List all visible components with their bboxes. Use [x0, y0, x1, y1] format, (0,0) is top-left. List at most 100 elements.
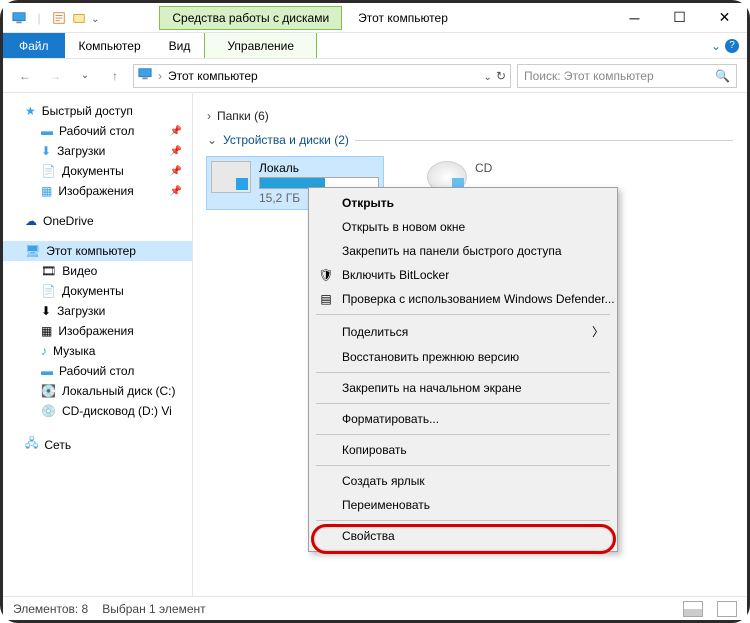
- cd-icon: 💿: [41, 404, 56, 418]
- menu-item[interactable]: 🛡Включить BitLocker: [312, 263, 614, 287]
- sidebar-item-label: Изображения: [58, 184, 133, 198]
- this-pc-icon: [11, 10, 27, 26]
- new-folder-qat-icon[interactable]: [71, 10, 87, 26]
- file-tab[interactable]: Файл: [3, 33, 65, 58]
- pin-icon: 📌: [170, 186, 182, 197]
- status-bar: Элементов: 8 Выбран 1 элемент: [3, 596, 747, 620]
- tab-computer[interactable]: Компьютер: [65, 33, 155, 58]
- address-bar[interactable]: › Этот компьютер ↻: [133, 64, 511, 88]
- sidebar-item-label: Видео: [62, 264, 97, 278]
- window-title: Этот компьютер: [358, 11, 448, 25]
- tab-view[interactable]: Вид: [155, 33, 205, 58]
- back-button[interactable]: ←: [13, 64, 37, 88]
- sidebar-item-cd-drive[interactable]: 💿 CD-дисковод (D:) Vi: [3, 401, 192, 421]
- maximize-button[interactable]: ☐: [657, 3, 702, 33]
- minimize-button[interactable]: ─: [612, 3, 657, 33]
- menu-item-label: Восстановить прежнюю версию: [342, 350, 519, 364]
- desktop-icon: ▬: [41, 124, 53, 138]
- menu-item-label: Переименовать: [342, 498, 430, 512]
- sidebar-item-label: Загрузки: [57, 144, 105, 158]
- menu-item-label: Свойства: [342, 529, 395, 543]
- sidebar-item-downloads[interactable]: ⬇Загрузки: [3, 301, 192, 321]
- search-box[interactable]: Поиск: Этот компьютер 🔍: [517, 64, 737, 88]
- onedrive-icon: ☁: [25, 214, 37, 228]
- sidebar-item-label: CD-дисковод (D:) Vi: [62, 404, 172, 418]
- sidebar-item-pictures[interactable]: ▦ Изображения: [3, 321, 192, 341]
- details-view-button[interactable]: [683, 601, 703, 617]
- refresh-button[interactable]: ↻: [496, 69, 506, 83]
- disk-icon: [211, 161, 251, 193]
- menu-item[interactable]: Копировать: [312, 438, 614, 462]
- menu-item-label: Закрепить на панели быстрого доступа: [342, 244, 562, 258]
- large-icons-view-button[interactable]: [717, 601, 737, 617]
- star-icon: ★: [25, 104, 36, 118]
- address-text: Этот компьютер: [168, 69, 258, 83]
- menu-item-label: Открыть: [342, 196, 394, 210]
- documents-icon: 📄: [41, 284, 56, 298]
- close-button[interactable]: ✕: [702, 3, 747, 33]
- sidebar-item-label: Быстрый доступ: [42, 104, 133, 118]
- sidebar-item-videos[interactable]: 🎞Видео: [3, 261, 192, 281]
- sidebar-item-downloads[interactable]: ⬇Загрузки📌: [3, 141, 192, 161]
- history-dropdown[interactable]: [73, 64, 97, 88]
- navigation-bar: ← → ↑ › Этот компьютер ↻ Поиск: Этот ком…: [3, 59, 747, 93]
- sidebar-item-label: Этот компьютер: [46, 244, 136, 258]
- menu-item-label: Создать ярлык: [342, 474, 425, 488]
- music-icon: ♪: [41, 344, 47, 358]
- sidebar-item-documents[interactable]: 📄 Документы: [3, 281, 192, 301]
- sidebar-item-desktop[interactable]: ▬Рабочий стол📌: [3, 121, 192, 141]
- menu-item[interactable]: Открыть: [312, 191, 614, 215]
- sidebar-item-pictures[interactable]: ▦Изображения📌: [3, 181, 192, 201]
- sidebar-item-desktop[interactable]: ▬Рабочий стол: [3, 361, 192, 381]
- menu-item[interactable]: Поделиться〉: [312, 318, 614, 345]
- shield-icon: 🛡: [318, 267, 334, 283]
- menu-item[interactable]: Восстановить прежнюю версию: [312, 345, 614, 369]
- address-dropdown-icon[interactable]: [484, 69, 492, 83]
- menu-item[interactable]: Создать ярлык: [312, 469, 614, 493]
- properties-qat-icon[interactable]: [51, 10, 67, 26]
- selection-count: Выбран 1 элемент: [102, 602, 205, 616]
- sidebar-item-label: Музыка: [53, 344, 95, 358]
- ribbon-contextual-header: Средства работы с дисками: [159, 6, 342, 30]
- group-label: Папки (6): [217, 109, 269, 123]
- submenu-arrow-icon: 〉: [592, 323, 604, 340]
- sidebar-item-local-disk[interactable]: 💽 Локальный диск (C:): [3, 381, 192, 401]
- disk-icon: 💽: [41, 384, 56, 398]
- qat-dropdown-icon[interactable]: [91, 11, 99, 25]
- menu-item[interactable]: Закрепить на панели быстрого доступа: [312, 239, 614, 263]
- sidebar-item-label: Сеть: [44, 438, 71, 452]
- sidebar-item-label: Документы: [62, 284, 124, 298]
- sidebar-item-label: Локальный диск (C:): [62, 384, 176, 398]
- sidebar-item-label: Изображения: [58, 324, 133, 338]
- tab-manage[interactable]: Управление: [204, 33, 317, 58]
- this-pc-icon: 🖥: [25, 244, 40, 258]
- search-placeholder: Поиск: Этот компьютер: [524, 69, 654, 83]
- group-folders[interactable]: ›Папки (6): [207, 109, 733, 123]
- sidebar-network[interactable]: 🖧Сеть: [3, 431, 192, 458]
- menu-item[interactable]: Свойства: [312, 524, 614, 548]
- documents-icon: 📄: [41, 164, 56, 178]
- sidebar-item-label: Загрузки: [57, 304, 105, 318]
- group-devices[interactable]: ⌄Устройства и диски (2): [207, 133, 733, 147]
- menu-item[interactable]: Открыть в новом окне: [312, 215, 614, 239]
- menu-item[interactable]: Форматировать...: [312, 407, 614, 431]
- sidebar-item-documents[interactable]: 📄Документы📌: [3, 161, 192, 181]
- sidebar-onedrive[interactable]: ☁OneDrive: [3, 211, 192, 231]
- group-label: Устройства и диски (2): [223, 133, 349, 147]
- menu-item-label: Открыть в новом окне: [342, 220, 465, 234]
- quick-access-toolbar: |: [11, 10, 99, 26]
- up-button[interactable]: ↑: [103, 64, 127, 88]
- pin-icon: 📌: [170, 126, 182, 137]
- pictures-icon: ▦: [41, 324, 52, 338]
- ribbon-expand-button[interactable]: ⌄?: [703, 33, 747, 58]
- menu-item[interactable]: ▤Проверка с использованием Windows Defen…: [312, 287, 614, 311]
- search-icon: 🔍: [715, 69, 730, 83]
- menu-item[interactable]: Переименовать: [312, 493, 614, 517]
- help-icon[interactable]: ?: [725, 39, 739, 53]
- sidebar-this-pc[interactable]: 🖥 Этот компьютер: [3, 241, 192, 261]
- menu-item[interactable]: Закрепить на начальном экране: [312, 376, 614, 400]
- sidebar-quick-access[interactable]: ★ Быстрый доступ: [3, 101, 192, 121]
- pin-icon: 📌: [170, 166, 182, 177]
- sidebar-item-music[interactable]: ♪ Музыка: [3, 341, 192, 361]
- forward-button[interactable]: →: [43, 64, 67, 88]
